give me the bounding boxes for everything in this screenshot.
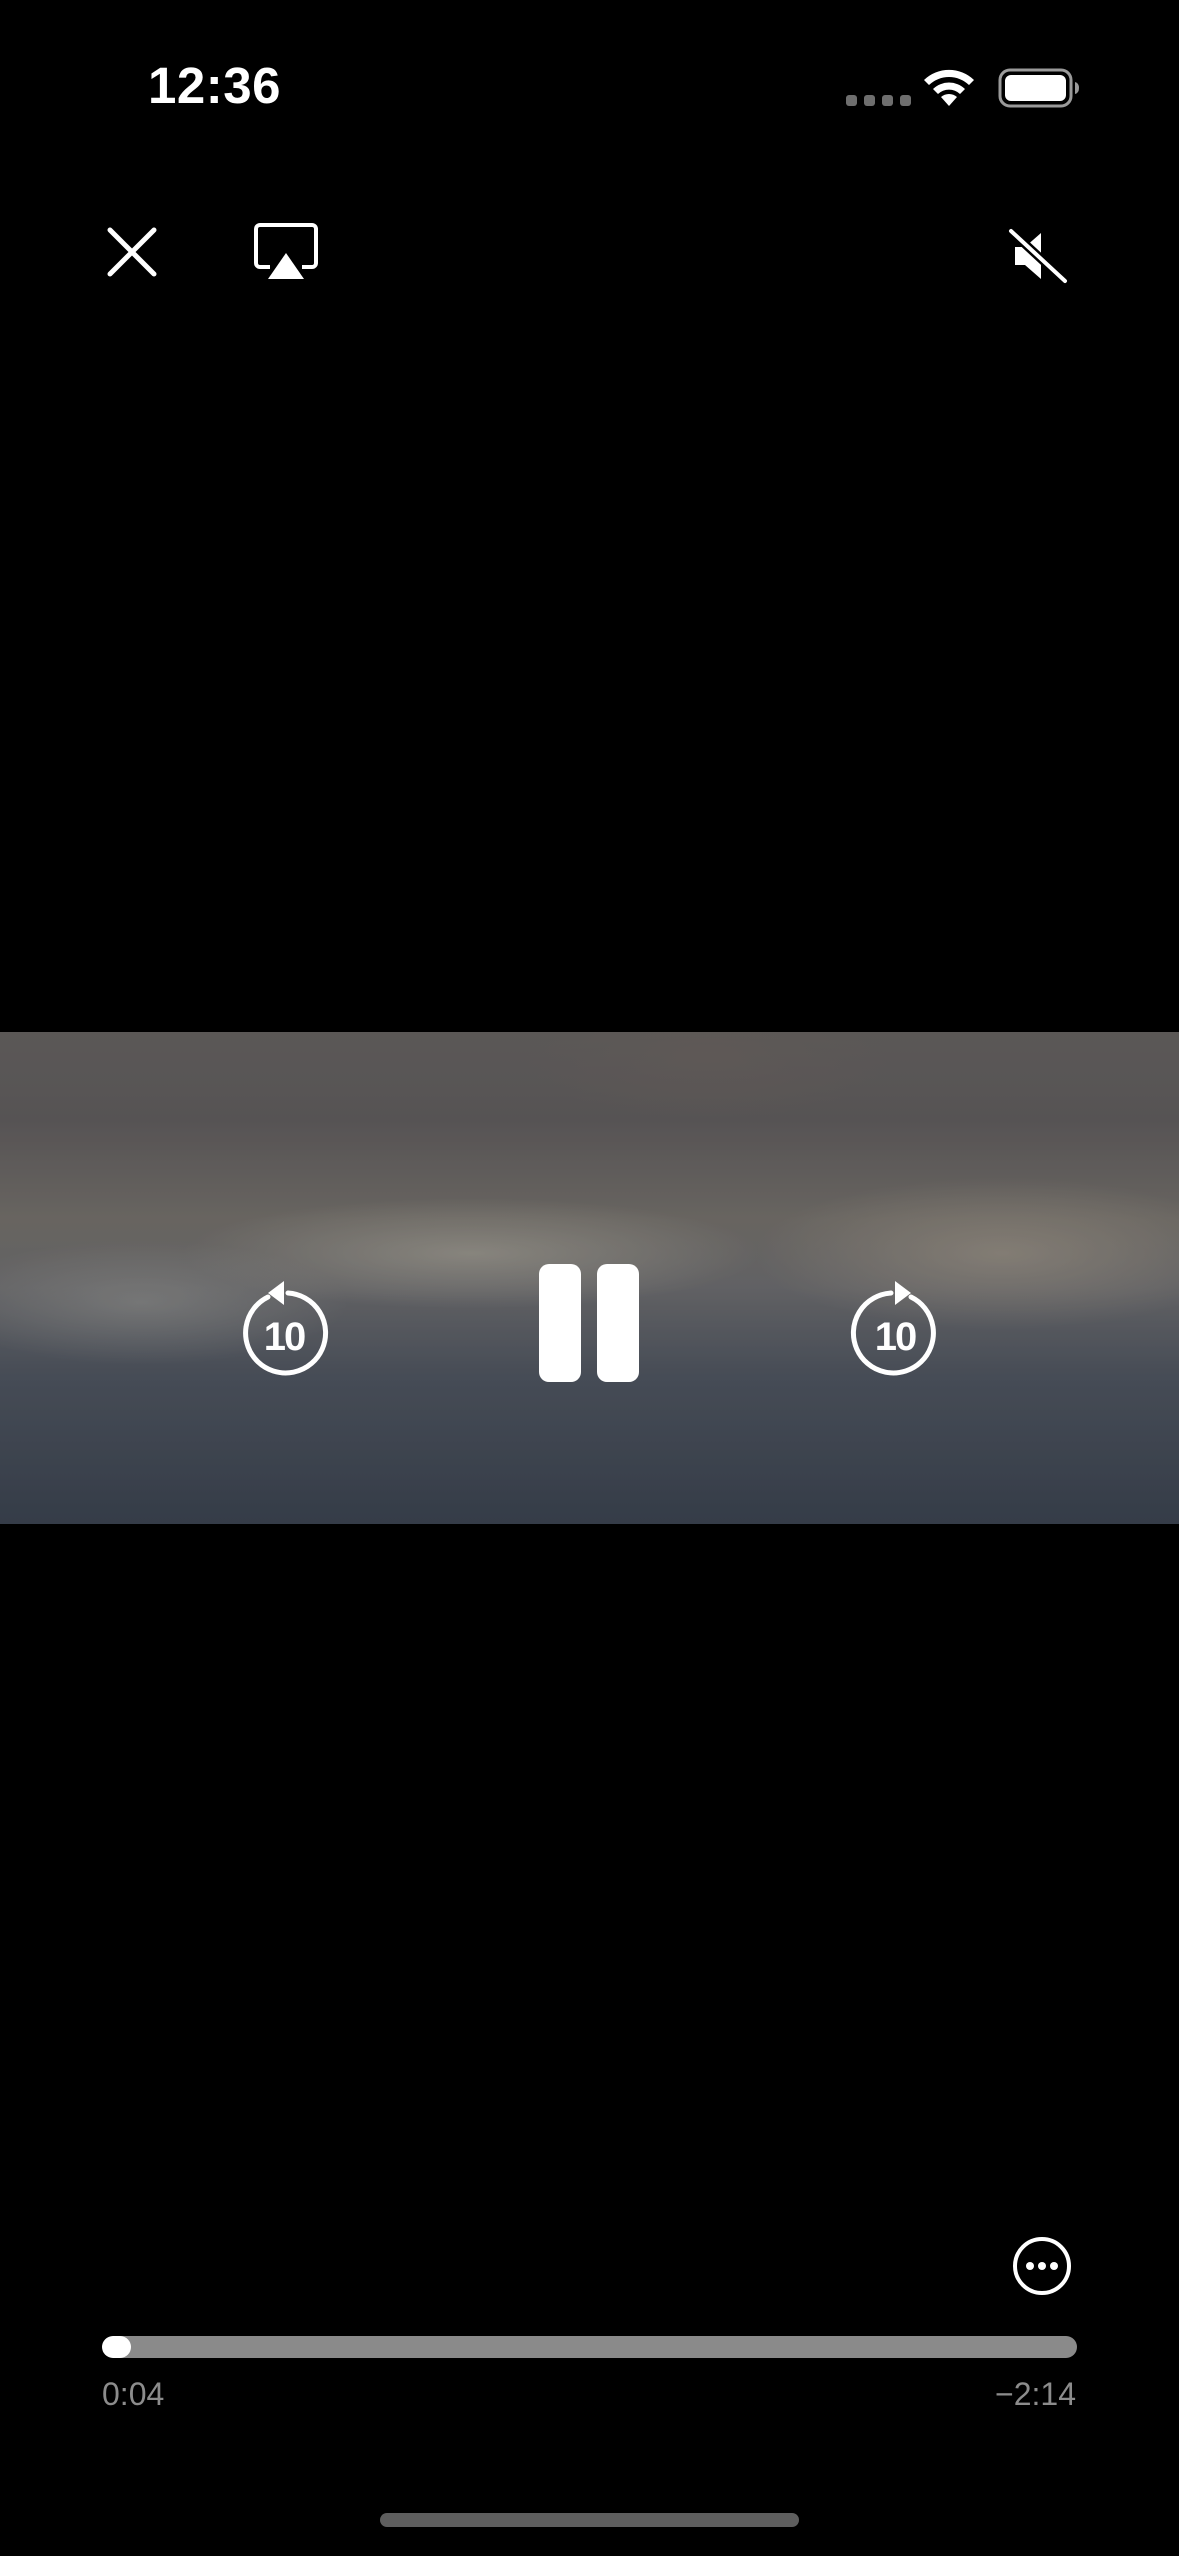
- speaker-muted-icon: [1007, 227, 1069, 285]
- airplay-button[interactable]: [244, 212, 328, 292]
- skip-back-10-button[interactable]: 10: [238, 1279, 330, 1377]
- skip-forward-label: 10: [874, 1315, 918, 1359]
- close-button[interactable]: [92, 212, 172, 292]
- more-options-button[interactable]: [1012, 2236, 1072, 2296]
- skip-forward-10-button[interactable]: 10: [849, 1279, 941, 1377]
- playback-controls: 10 10: [0, 1032, 1179, 1524]
- progress-fill: [102, 2336, 132, 2358]
- cellular-signal-icon: [846, 95, 911, 106]
- status-time: 12:36: [148, 57, 281, 114]
- pause-button[interactable]: [536, 1264, 642, 1384]
- mute-button[interactable]: [996, 214, 1080, 298]
- close-icon: [107, 227, 157, 277]
- time-remaining: −2:14: [995, 2376, 1076, 2412]
- ellipsis-circle-icon: [1013, 2237, 1071, 2295]
- skip-back-label: 10: [263, 1315, 307, 1359]
- wifi-icon: [924, 69, 974, 106]
- airplay-icon: [254, 223, 318, 279]
- time-elapsed: 0:04: [102, 2376, 165, 2412]
- progress-scrubber[interactable]: [102, 2336, 1077, 2358]
- home-indicator[interactable]: [380, 2513, 799, 2527]
- battery-icon: [998, 68, 1079, 108]
